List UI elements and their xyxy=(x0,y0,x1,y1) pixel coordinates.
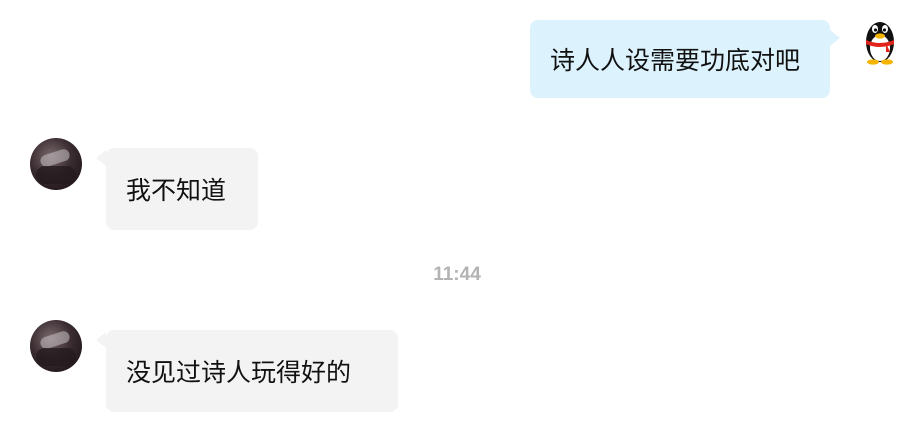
contact-avatar[interactable] xyxy=(30,138,82,190)
incoming-message-bubble[interactable]: 我不知道 xyxy=(106,148,258,230)
message-timestamp: 11:44 xyxy=(433,264,481,285)
message-text: 我不知道 xyxy=(126,176,227,205)
bubble-tail xyxy=(830,30,840,46)
qq-penguin-icon[interactable] xyxy=(852,12,908,68)
bubble-tail xyxy=(96,150,106,166)
chat-conversation: 诗人人设需要功底对吧 我不知道 11:44 没见过诗人玩得好的 xyxy=(0,0,914,444)
outgoing-message-bubble[interactable]: 诗人人设需要功底对吧 xyxy=(530,20,830,98)
message-text: 诗人人设需要功底对吧 xyxy=(550,46,801,75)
incoming-message-bubble[interactable]: 没见过诗人玩得好的 xyxy=(106,330,398,412)
message-text: 没见过诗人玩得好的 xyxy=(126,358,352,387)
bubble-tail xyxy=(96,332,106,348)
contact-avatar[interactable] xyxy=(30,320,82,372)
